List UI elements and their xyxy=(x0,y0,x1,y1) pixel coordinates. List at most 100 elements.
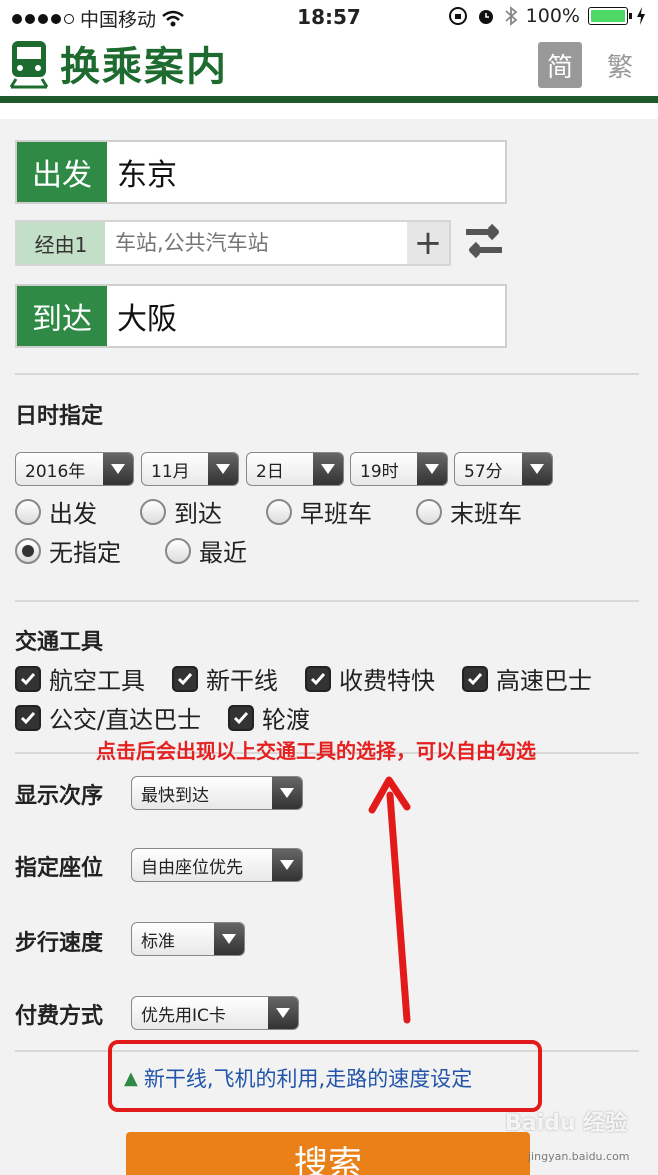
month-value: 11月 xyxy=(151,461,190,482)
day-value: 2日 xyxy=(256,461,284,482)
order-value: 最快到达 xyxy=(141,785,209,806)
checkmark-icon[interactable] xyxy=(15,665,41,692)
to-label: 到达 xyxy=(17,286,107,346)
hour-value: 19时 xyxy=(360,461,399,482)
radio-recent[interactable]: 最近 xyxy=(165,533,247,568)
from-station-field[interactable]: 出发 xyxy=(15,140,507,204)
radio-icon[interactable] xyxy=(165,537,191,564)
checkmark-icon[interactable] xyxy=(15,704,41,731)
radio-label: 出发 xyxy=(49,500,97,528)
brand: 换乘案内 xyxy=(8,34,228,92)
bluetooth-icon xyxy=(505,6,518,26)
checkbox-label: 公交/直达巴士 xyxy=(49,706,202,734)
chevron-down-icon xyxy=(272,849,302,881)
minute-value: 57分 xyxy=(464,461,503,482)
seat-select[interactable]: 自由座位优先 xyxy=(131,848,303,882)
datetime-title: 日时指定 xyxy=(15,404,104,429)
advanced-settings-toggle[interactable]: ▲ 新干线,飞机的利用,走路的速度设定 xyxy=(124,1063,472,1093)
annotation-arrow-icon xyxy=(368,776,411,1024)
radio-label: 末班车 xyxy=(450,500,522,528)
annotation-text: 点击后会出现以上交通工具的选择，可以自由勾选 xyxy=(96,739,536,763)
chevron-down-icon xyxy=(208,453,238,485)
baidu-watermark: Baidu 经验 xyxy=(505,1111,628,1136)
toggle-link-text[interactable]: 新干线,飞机的利用,走路的速度设定 xyxy=(144,1063,472,1093)
checkbox-local-bus[interactable]: 公交/直达巴士 xyxy=(15,700,201,735)
from-label: 出发 xyxy=(17,142,107,202)
radio-first-train[interactable]: 早班车 xyxy=(266,494,372,529)
fare-value: 优先用IC卡 xyxy=(141,1005,226,1026)
fare-select[interactable]: 优先用IC卡 xyxy=(131,996,299,1030)
checkbox-shinkansen[interactable]: 新干线 xyxy=(172,661,278,696)
lock-rotation-icon xyxy=(448,7,467,25)
radio-label: 无指定 xyxy=(49,539,121,567)
checkmark-icon[interactable] xyxy=(228,704,254,731)
status-bar: 中国移动 18:57 100% xyxy=(0,0,658,34)
checkbox-highway-bus[interactable]: 高速巴士 xyxy=(462,661,592,696)
to-input[interactable] xyxy=(107,286,505,346)
chevron-down-icon xyxy=(313,453,343,485)
radio-icon[interactable] xyxy=(266,498,292,525)
walk-select[interactable]: 标准 xyxy=(131,922,245,956)
radio-unspecified[interactable]: 无指定 xyxy=(15,533,121,568)
radio-label: 最近 xyxy=(199,539,247,567)
radio-icon[interactable] xyxy=(15,498,41,525)
header-gap xyxy=(0,103,658,119)
via-label: 经由1 xyxy=(17,222,105,264)
chevron-down-icon xyxy=(268,997,298,1029)
walk-label: 步行速度 xyxy=(15,931,104,956)
battery-percent: 100% xyxy=(525,5,580,27)
checkbox-label: 新干线 xyxy=(206,667,278,695)
chevron-down-icon xyxy=(522,453,552,485)
app-header: 换乘案内 简 繁 xyxy=(0,34,658,96)
charging-icon xyxy=(637,7,645,25)
checkbox-ferry[interactable]: 轮渡 xyxy=(228,700,310,735)
via-station-field[interactable]: 经由1 + xyxy=(15,220,451,266)
seat-value: 自由座位优先 xyxy=(141,857,243,878)
year-value: 2016年 xyxy=(25,461,86,482)
checkbox-label: 收费特快 xyxy=(339,667,435,695)
radio-icon[interactable] xyxy=(416,498,442,525)
from-input[interactable] xyxy=(107,142,505,202)
swap-stations-icon[interactable] xyxy=(460,218,508,264)
checkmark-icon[interactable] xyxy=(462,665,488,692)
header-divider xyxy=(0,96,658,103)
section-divider xyxy=(15,600,639,602)
walk-value: 标准 xyxy=(141,931,175,952)
chevron-down-icon xyxy=(417,453,447,485)
lang-traditional-button[interactable]: 繁 xyxy=(598,42,642,88)
radio-label: 早班车 xyxy=(300,500,372,528)
radio-label: 到达 xyxy=(174,500,222,528)
baidu-watermark-url: jingyan.baidu.com xyxy=(528,1150,630,1163)
triangle-up-icon: ▲ xyxy=(124,1067,138,1089)
checkbox-air[interactable]: 航空工具 xyxy=(15,661,145,696)
checkbox-label: 高速巴士 xyxy=(496,667,592,695)
year-select[interactable]: 2016年 xyxy=(15,452,134,486)
order-select[interactable]: 最快到达 xyxy=(131,776,303,810)
day-select[interactable]: 2日 xyxy=(246,452,344,486)
via-input[interactable] xyxy=(105,222,407,264)
train-icon xyxy=(9,41,49,89)
hour-select[interactable]: 19时 xyxy=(350,452,448,486)
checkbox-limited-express[interactable]: 收费特快 xyxy=(305,661,435,696)
lang-simplified-button[interactable]: 简 xyxy=(538,42,582,88)
month-select[interactable]: 11月 xyxy=(141,452,239,486)
battery-icon xyxy=(588,7,632,25)
checkmark-icon[interactable] xyxy=(305,665,331,692)
radio-icon[interactable] xyxy=(140,498,166,525)
checkmark-icon[interactable] xyxy=(172,665,198,692)
checkbox-label: 轮渡 xyxy=(262,706,310,734)
app-title: 换乘案内 xyxy=(60,44,228,90)
radio-departure[interactable]: 出发 xyxy=(15,494,97,529)
radio-arrival[interactable]: 到达 xyxy=(140,494,222,529)
chevron-down-icon xyxy=(214,923,244,955)
to-station-field[interactable]: 到达 xyxy=(15,284,507,348)
fare-label: 付费方式 xyxy=(15,1004,104,1029)
chevron-down-icon xyxy=(272,777,302,809)
search-button[interactable]: 搜索 xyxy=(126,1132,530,1175)
radio-checked-icon[interactable] xyxy=(15,537,41,564)
minute-select[interactable]: 57分 xyxy=(454,452,553,486)
section-divider xyxy=(15,373,639,375)
radio-last-train[interactable]: 末班车 xyxy=(416,494,522,529)
add-via-button[interactable]: + xyxy=(407,222,449,264)
order-label: 显示次序 xyxy=(15,784,104,809)
